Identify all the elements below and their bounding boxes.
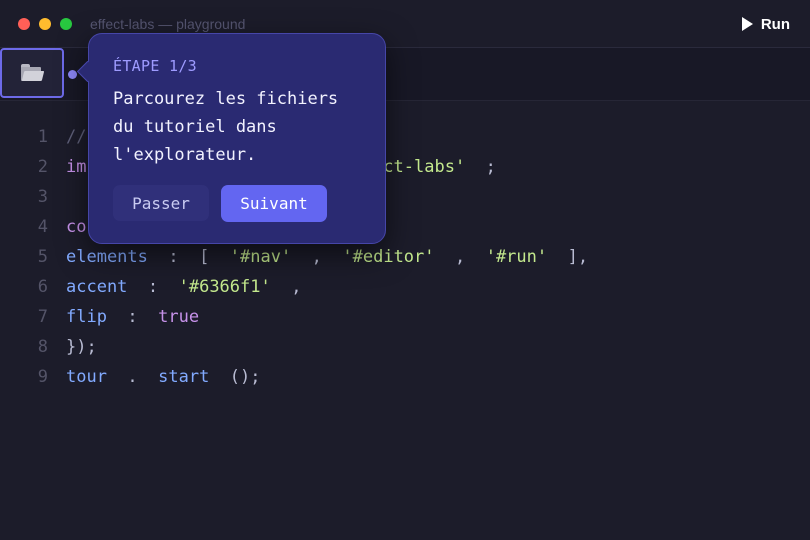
zoom-window-button[interactable] xyxy=(60,18,72,30)
skip-button[interactable]: Passer xyxy=(113,185,209,221)
line-number: 8 xyxy=(37,337,48,357)
run-button[interactable]: Run xyxy=(741,14,790,34)
code-token: , xyxy=(270,277,302,297)
line-number: 1 xyxy=(37,127,48,147)
run-button-label: Run xyxy=(760,15,790,33)
line-number: 4 xyxy=(37,217,48,237)
code-token: accent xyxy=(66,277,128,297)
code-token: co xyxy=(66,217,87,237)
file-explorer-button[interactable] xyxy=(0,48,64,98)
code-token: im xyxy=(66,157,87,177)
minimize-window-button[interactable] xyxy=(39,18,51,30)
code-token: , xyxy=(291,247,343,267)
line-number: 5 xyxy=(37,247,48,267)
code-token: '#6366f1' xyxy=(178,277,271,297)
code-text: tour . start (); xyxy=(66,362,261,392)
line-number: 7 xyxy=(37,307,48,327)
tour-anchor-dot xyxy=(68,70,77,79)
code-text: elements : [ '#nav' , '#editor' , '#run'… xyxy=(66,242,588,272)
tour-popover: ÉTAPE 1/3 Parcourez les fichiers du tuto… xyxy=(88,33,386,244)
code-text: }); xyxy=(66,332,97,362)
code-token: : xyxy=(127,277,179,297)
tour-message-line: du tutoriel dans xyxy=(113,117,277,137)
code-token: : xyxy=(106,307,159,327)
code-text: accent : '#6366f1' , xyxy=(66,272,301,302)
code-token: '#editor' xyxy=(342,247,435,267)
line-number: 6 xyxy=(37,277,48,297)
tour-message-line: l'explorateur. xyxy=(113,145,257,165)
tour-message: Parcourez les fichiers du tutoriel dans … xyxy=(113,85,375,169)
code-token: '#nav' xyxy=(229,247,292,267)
window-title: effect-labs — playground xyxy=(90,16,246,32)
next-button[interactable]: Suivant xyxy=(221,185,327,222)
close-window-button[interactable] xyxy=(18,18,30,30)
code-token: '#run' xyxy=(485,247,548,267)
code-token: elements xyxy=(66,247,148,267)
code-token: ; xyxy=(465,157,496,177)
line-number: 3 xyxy=(37,187,48,207)
code-token: true xyxy=(158,307,200,327)
code-token: (); xyxy=(209,367,261,387)
code-token: flip xyxy=(66,307,107,327)
tour-step-label: ÉTAPE 1/3 xyxy=(113,57,197,75)
tour-message-line: Parcourez les fichiers xyxy=(113,89,339,109)
code-text: flip : true xyxy=(66,302,199,332)
line-number: 2 xyxy=(37,157,48,177)
folder-icon xyxy=(20,64,45,82)
line-number: 9 xyxy=(37,367,48,387)
code-token: tour xyxy=(66,367,107,387)
code-token: start xyxy=(158,367,210,387)
code-token: ], xyxy=(547,247,589,267)
play-icon xyxy=(741,17,753,31)
code-token: : [ xyxy=(147,247,230,267)
code-token: , xyxy=(434,247,486,267)
code-token: . xyxy=(106,367,159,387)
code-token: }); xyxy=(66,337,97,357)
